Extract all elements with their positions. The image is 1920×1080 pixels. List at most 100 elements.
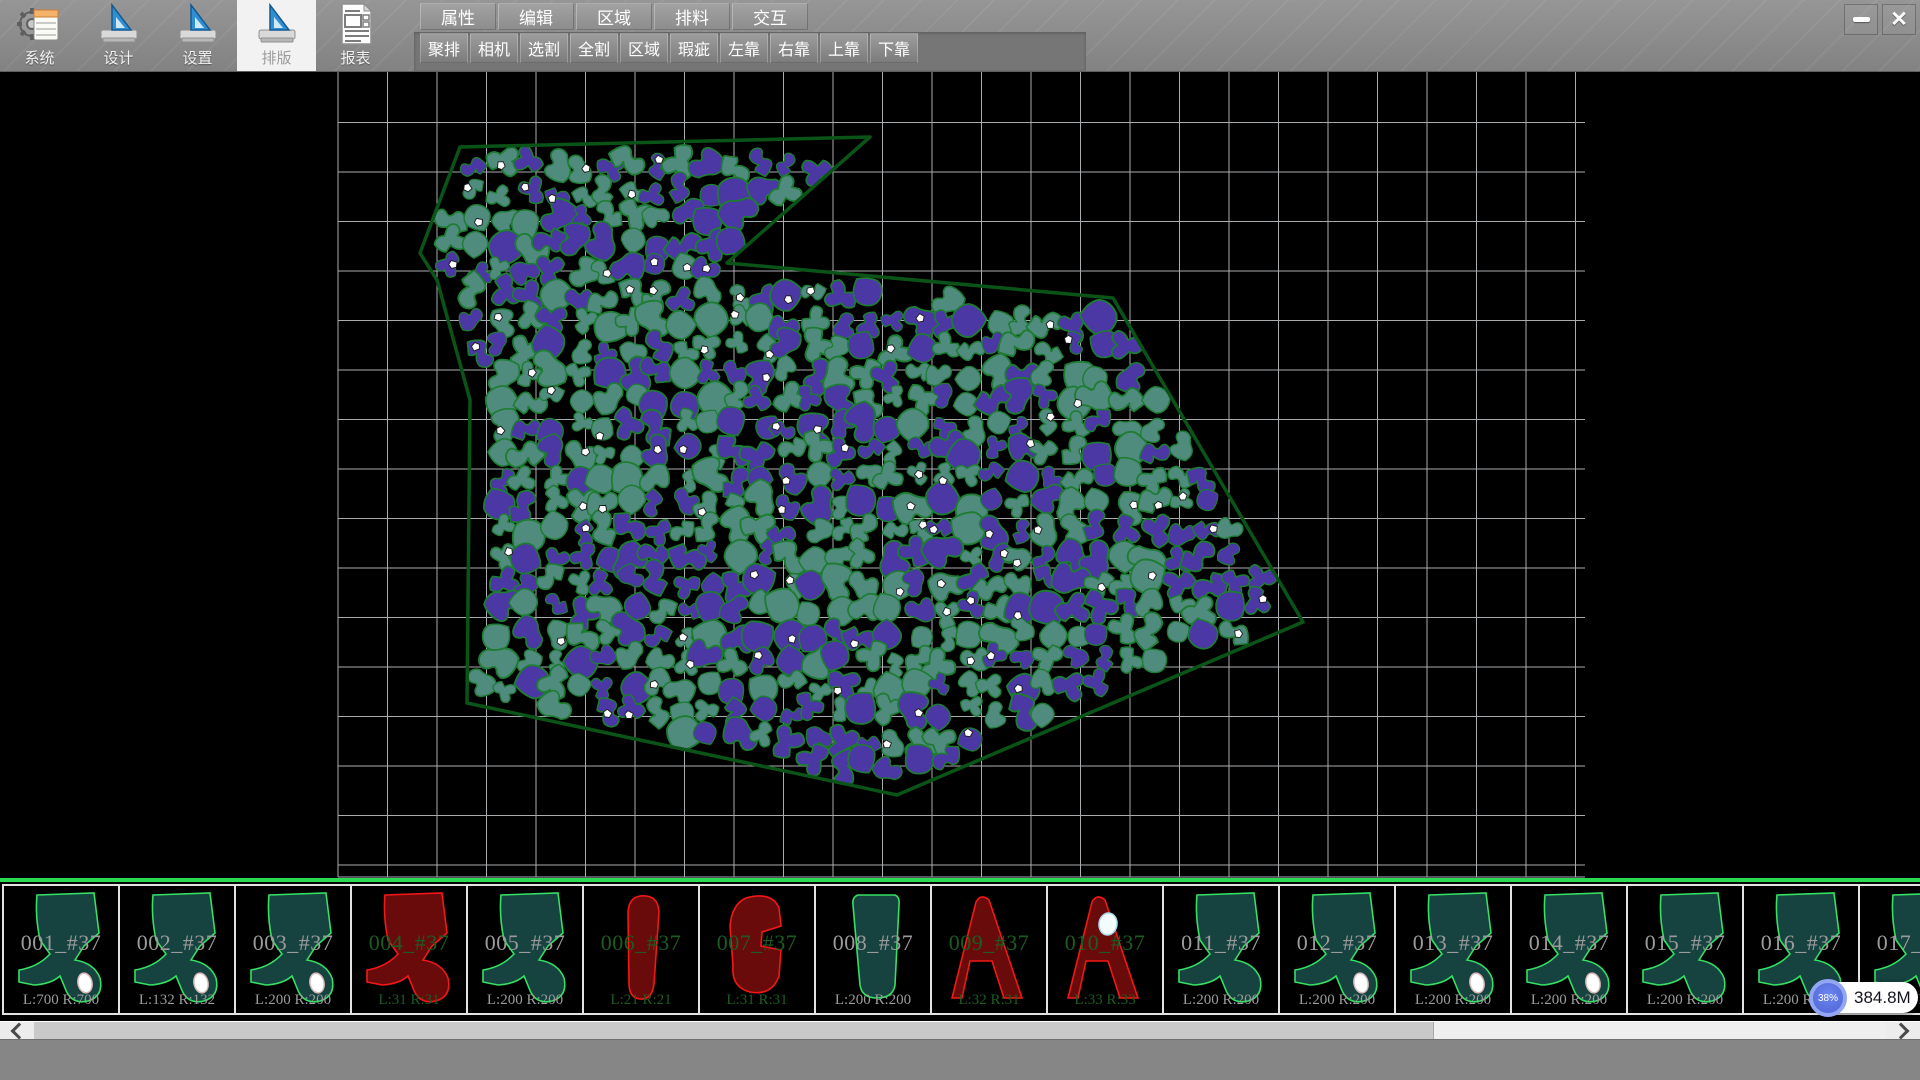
piece-name: 003_#37 (236, 930, 350, 956)
piece-thumbnail[interactable]: 002_#37 L:132 R:132 (118, 884, 236, 1015)
scrollbar-thumb[interactable] (34, 1022, 1434, 1039)
piece-name: 010_#37 (1048, 930, 1162, 956)
piece-lr-count: L:200 R:200 (1396, 992, 1510, 1009)
piece-lr-count: L:132 R:132 (120, 992, 234, 1009)
piece-lr-count: L:200 R:200 (1512, 992, 1626, 1009)
progress-circle: 38% (1809, 979, 1847, 1017)
piece-name: 007_#37 (700, 930, 814, 956)
piece-lr-count: L:31 R:31 (352, 992, 466, 1009)
scroll-left-button[interactable] (0, 1022, 34, 1039)
piece-thumbnail[interactable]: 008_#37 L:200 R:200 (814, 884, 932, 1015)
piece-name: 012_#37 (1280, 930, 1394, 956)
piece-name: 004_#37 (352, 930, 466, 956)
piece-thumbnail[interactable]: 005_#37 L:200 R:200 (466, 884, 584, 1015)
close-button[interactable]: ✕ (1882, 4, 1916, 35)
app-button-label: 报表 (340, 47, 370, 68)
piece-thumbnail[interactable]: 001_#37 L:700 R:700 (2, 884, 120, 1015)
piece-lr-count: L:33 R:33 (1048, 992, 1162, 1009)
piece-lr-count: L:200 R:200 (1280, 992, 1394, 1009)
tab-interact[interactable]: 交互 (732, 3, 808, 30)
memory-badge: 38% 384.8M (1812, 982, 1918, 1013)
piece-lr-count: L:200 R:200 (1628, 992, 1742, 1009)
piece-name: 016_#37 (1744, 930, 1858, 956)
piece-name: 001_#37 (4, 930, 118, 956)
app-button-nesting[interactable]: 排版 (237, 0, 316, 71)
memory-value: 384.8M (1854, 982, 1911, 1013)
piece-lr-count: L:200 R:200 (468, 992, 582, 1009)
tool-button-defect[interactable]: 瑕疵 (670, 33, 718, 63)
piece-thumbnail[interactable]: 012_#37 L:200 R:200 (1278, 884, 1396, 1015)
piece-name: 014_#37 (1512, 930, 1626, 956)
piece-thumbnail[interactable]: 014_#37 L:200 R:200 (1510, 884, 1628, 1015)
piece-lr-count: L:700 R:700 (4, 992, 118, 1009)
tab-edit[interactable]: 编辑 (498, 3, 574, 30)
piece-thumbnail[interactable]: 011_#37 L:200 R:200 (1162, 884, 1280, 1015)
piece-name: 015_#37 (1628, 930, 1742, 956)
piece-name: 011_#37 (1164, 930, 1278, 956)
design-ruler-icon (96, 2, 142, 46)
piece-thumbnail[interactable]: 015_#37 L:200 R:200 (1626, 884, 1744, 1015)
app-button-settings[interactable]: 设置 (158, 0, 237, 71)
piece-name: 013_#37 (1396, 930, 1510, 956)
tool-button-snap-left[interactable]: 左靠 (720, 33, 768, 63)
status-bar (0, 1039, 1920, 1080)
ribbon-tab-row: 属性 编辑 区域 排料 交互 (420, 3, 810, 30)
piece-thumbnail[interactable]: 007_#37 L:31 R:31 (698, 884, 816, 1015)
tool-button-snap-top[interactable]: 上靠 (820, 33, 868, 63)
chevron-left-icon (11, 1022, 28, 1039)
piece-thumbnail[interactable]: 006_#37 L:21 R:21 (582, 884, 700, 1015)
piece-thumbnail[interactable]: 013_#37 L:200 R:200 (1394, 884, 1512, 1015)
app-button-report[interactable]: 报表 (316, 0, 395, 71)
tool-button-camera[interactable]: 相机 (470, 33, 518, 63)
settings-ruler-icon (175, 2, 221, 46)
piece-lr-count: L:31 R:31 (700, 992, 814, 1009)
minimize-button[interactable] (1844, 4, 1878, 35)
tool-button-select-cut[interactable]: 选割 (520, 33, 568, 63)
progress-percent: 38% (1818, 993, 1838, 1004)
piece-thumbnail[interactable]: 003_#37 L:200 R:200 (234, 884, 352, 1015)
app-button-label: 排版 (261, 47, 291, 68)
piece-lr-count: L:32 R:31 (932, 992, 1046, 1009)
app-toolbar: 系统 设计 设置 (0, 0, 395, 71)
piece-lr-count: L:200 R:200 (1164, 992, 1278, 1009)
horizontal-scrollbar[interactable] (0, 1021, 1920, 1039)
piece-thumbnail[interactable]: 010_#37 L:33 R:33 (1046, 884, 1164, 1015)
piece-name: 005_#37 (468, 930, 582, 956)
report-doc-icon (333, 2, 379, 46)
system-gear-icon (17, 2, 63, 46)
app-button-label: 设置 (182, 47, 212, 68)
app-button-design[interactable]: 设计 (79, 0, 158, 71)
piece-lr-count: L:200 R:200 (236, 992, 350, 1009)
nesting-canvas[interactable] (0, 72, 1920, 878)
piece-thumbnail[interactable]: 004_#37 L:31 R:31 (350, 884, 468, 1015)
scroll-right-button[interactable] (1886, 1022, 1920, 1039)
app-button-system[interactable]: 系统 (0, 0, 79, 71)
app-button-label: 系统 (24, 47, 54, 68)
piece-thumbnail[interactable]: 009_#37 L:32 R:31 (930, 884, 1048, 1015)
ribbon-tool-row: 聚排 相机 选割 全割 区域 瑕疵 左靠 右靠 上靠 下靠 (420, 33, 920, 63)
piece-name: 017_#37 (1860, 930, 1920, 956)
piece-lr-count: L:200 R:200 (816, 992, 930, 1009)
tool-button-snap-bottom[interactable]: 下靠 (870, 33, 918, 63)
piece-name: 002_#37 (120, 930, 234, 956)
close-icon: ✕ (1890, 9, 1908, 30)
piece-name: 008_#37 (816, 930, 930, 956)
tool-button-cluster-nest[interactable]: 聚排 (420, 33, 468, 63)
piece-name: 006_#37 (584, 930, 698, 956)
tool-button-snap-right[interactable]: 右靠 (770, 33, 818, 63)
tab-region[interactable]: 区域 (576, 3, 652, 30)
tab-properties[interactable]: 属性 (420, 3, 496, 30)
thumbnail-strip-cells: 001_#37 L:700 R:700 002_#37 L:132 R:132 … (2, 884, 1920, 1015)
window-controls: ✕ (1844, 4, 1916, 35)
tool-button-cut-all[interactable]: 全割 (570, 33, 618, 63)
chevron-right-icon (1893, 1022, 1910, 1039)
canvas-area (0, 72, 1920, 878)
piece-lr-count: L:21 R:21 (584, 992, 698, 1009)
tool-button-region[interactable]: 区域 (620, 33, 668, 63)
piece-name: 009_#37 (932, 930, 1046, 956)
app-button-label: 设计 (103, 47, 133, 68)
tab-nesting[interactable]: 排料 (654, 3, 730, 30)
minimize-icon (1853, 17, 1870, 22)
title-bar: 系统 设计 设置 (0, 0, 1920, 72)
piece-thumbnail-strip: 001_#37 L:700 R:700 002_#37 L:132 R:132 … (0, 878, 1920, 1021)
